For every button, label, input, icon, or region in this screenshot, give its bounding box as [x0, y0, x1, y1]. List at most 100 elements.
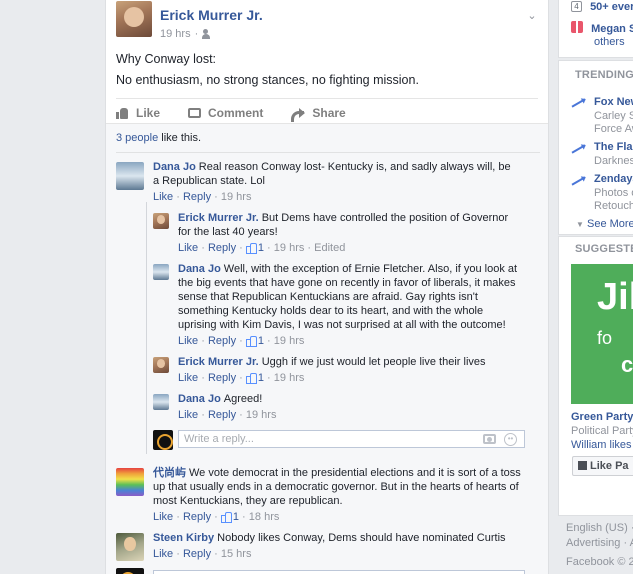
comment-like-link[interactable]: Like — [178, 242, 198, 254]
comment-text: Nobody likes Conway, Dems should have no… — [217, 532, 506, 544]
comment-time[interactable]: 19 hrs — [221, 191, 252, 203]
comment-time[interactable]: 15 hrs — [221, 548, 252, 560]
like-page-button[interactable]: Like Pa — [572, 456, 633, 476]
avatar[interactable] — [116, 162, 144, 190]
trending-icon — [571, 97, 585, 107]
post-actions: Like Comment Share — [116, 101, 538, 125]
like-button[interactable]: Like — [116, 101, 160, 125]
birthday-row[interactable]: Megan S — [571, 21, 633, 35]
divider — [116, 152, 540, 153]
ad-image-text: Jil — [597, 276, 633, 318]
footer-links[interactable]: English (US) · — [566, 522, 633, 534]
reaction-count[interactable]: 1 — [245, 335, 264, 347]
ad-subtitle: Political Party — [571, 425, 633, 437]
post-author[interactable]: Erick Murrer Jr. — [160, 7, 263, 23]
comment-time[interactable]: 19 hrs — [274, 372, 305, 384]
avatar[interactable] — [116, 533, 144, 561]
avatar[interactable] — [153, 357, 169, 373]
comment-text: Well, with the exception of Ernie Fletch… — [178, 263, 518, 331]
avatar[interactable] — [153, 394, 169, 410]
avatar[interactable] — [153, 264, 169, 280]
reaction-count[interactable]: 1 — [245, 242, 264, 254]
comment-like-link[interactable]: Like — [153, 191, 173, 203]
birthday-others[interactable]: others — [594, 36, 625, 48]
comment-body: Erick Murrer Jr. Uggh if we just would le… — [178, 355, 518, 385]
ad-image-text: c — [621, 352, 633, 377]
comment-author[interactable]: 代尚屿 — [153, 467, 186, 479]
comment-icon — [188, 108, 202, 118]
comment-reply-link[interactable]: Reply — [208, 409, 236, 421]
share-button[interactable]: Share — [291, 101, 346, 125]
avatar[interactable] — [116, 468, 144, 496]
comment-reply-link[interactable]: Reply — [183, 511, 211, 523]
trending-title[interactable]: The Flas — [594, 141, 633, 153]
comment-reply-link[interactable]: Reply — [183, 548, 211, 560]
comment-reply-link[interactable]: Reply — [208, 372, 236, 384]
events-text: 50+ ever — [590, 1, 633, 13]
reaction-count-value: 1 — [257, 335, 264, 347]
events-badge: 4 — [571, 1, 582, 12]
comment-time[interactable]: 18 hrs — [249, 511, 280, 523]
comment-body: Dana Jo Real reason Conway lost- Kentucky… — [153, 160, 513, 204]
likes-count-link[interactable]: 3 people — [116, 132, 158, 144]
edited-label[interactable]: Edited — [314, 242, 345, 254]
divider — [116, 98, 538, 99]
comment-body: Dana Jo Agreed! Like · Reply · 19 hrs — [178, 392, 518, 422]
comment-text: Agreed! — [223, 393, 263, 405]
chevron-down-icon[interactable]: ⌄ — [526, 9, 538, 22]
comment-like-link[interactable]: Like — [178, 335, 198, 347]
emoji-icon[interactable]: •• — [504, 433, 517, 446]
comment-like-link[interactable]: Like — [153, 548, 173, 560]
trending-sub: Retouchi — [594, 200, 633, 212]
trending-title[interactable]: Zendaya — [594, 173, 633, 185]
post-time[interactable]: 19 hrs — [160, 28, 191, 40]
reaction-count[interactable]: 1 — [220, 511, 239, 523]
comment-reply-link[interactable]: Reply — [183, 191, 211, 203]
comment-author[interactable]: Dana Jo — [153, 161, 196, 173]
footer-links[interactable]: Advertising · A — [566, 537, 633, 549]
post-text: Why Conway lost: No enthusiasm, no stron… — [116, 49, 538, 91]
thumbs-up-icon — [245, 373, 257, 384]
comment-button[interactable]: Comment — [188, 101, 263, 125]
avatar[interactable] — [153, 430, 173, 450]
reaction-count[interactable]: 1 — [245, 372, 264, 384]
comment-author[interactable]: Steen Kirby — [153, 532, 214, 544]
comment-time[interactable]: 19 hrs — [274, 242, 305, 254]
see-more-link[interactable]: ▼ See More — [576, 218, 633, 230]
comment-body: Steen Kirby Nobody likes Conway, Dems sho… — [153, 531, 525, 561]
comment-like-link[interactable]: Like — [178, 409, 198, 421]
comment-like-link[interactable]: Like — [178, 372, 198, 384]
ad-image[interactable]: Jil fo c — [571, 264, 633, 404]
comment-like-link[interactable]: Like — [153, 511, 173, 523]
camera-icon[interactable] — [483, 434, 496, 444]
ad-title[interactable]: Green Party — [571, 411, 633, 423]
comment-input[interactable] — [153, 570, 525, 574]
comment-footer: Like · Reply · 1 · 19 hrs · Edited — [178, 242, 346, 254]
comment-author[interactable]: Erick Murrer Jr. — [178, 212, 259, 224]
events-row[interactable]: 4 50+ ever — [571, 1, 633, 13]
comment-time[interactable]: 19 hrs — [246, 409, 277, 421]
comment-footer: Like · Reply · 19 hrs — [153, 191, 252, 203]
comment-author[interactable]: Dana Jo — [178, 263, 221, 275]
comment-author[interactable]: Erick Murrer Jr. — [178, 356, 259, 368]
thumbs-up-icon — [245, 243, 257, 254]
friends-icon[interactable] — [202, 29, 214, 39]
right-column: 4 50+ ever Megan S others TRENDING Fox N… — [555, 0, 633, 574]
trending-title[interactable]: Fox New — [594, 96, 633, 108]
comment-author[interactable]: Dana Jo — [178, 393, 221, 405]
author-avatar[interactable] — [116, 1, 152, 37]
comment-reply-link[interactable]: Reply — [208, 335, 236, 347]
comments-area: 3 people like this. Dana Jo Real reason C… — [106, 123, 548, 574]
thumbs-up-icon — [220, 512, 232, 523]
birthday-name[interactable]: Megan S — [591, 23, 633, 35]
avatar[interactable] — [153, 213, 169, 229]
comment-reply-link[interactable]: Reply — [208, 242, 236, 254]
post-body-line: No enthusiasm, no strong stances, no fig… — [116, 73, 419, 87]
ad-likes[interactable]: William likes t — [571, 439, 633, 451]
reply-input[interactable]: Write a reply... •• — [178, 430, 525, 448]
comment-text: We vote democrat in the presidential ele… — [153, 467, 521, 507]
comment-footer: Like · Reply · 19 hrs — [178, 409, 277, 421]
avatar[interactable] — [116, 568, 144, 574]
like-icon — [578, 461, 587, 470]
comment-time[interactable]: 19 hrs — [274, 335, 305, 347]
